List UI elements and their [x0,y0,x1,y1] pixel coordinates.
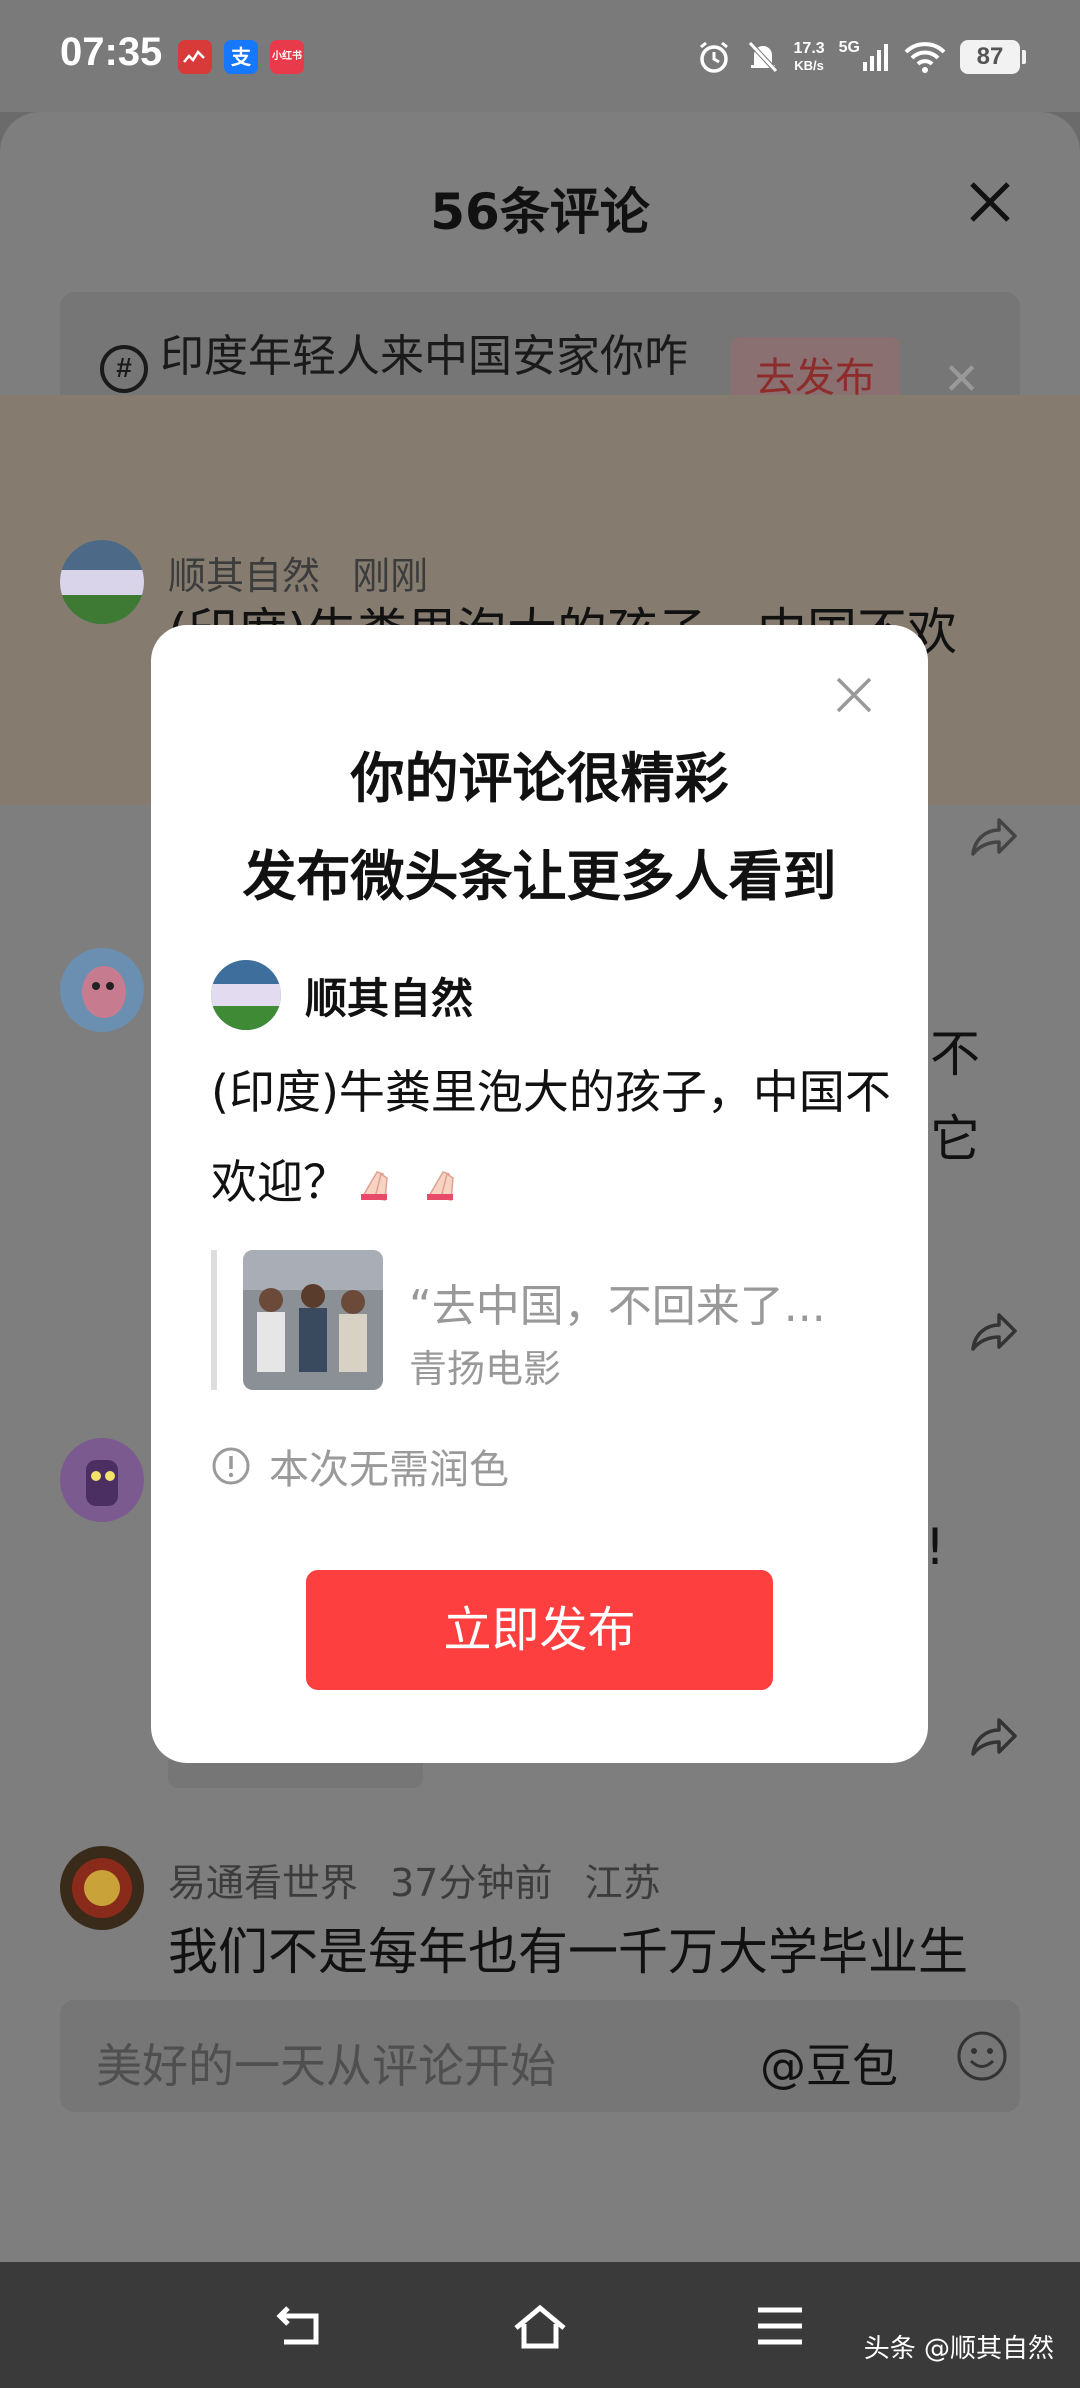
comment-text-fragment: 不 [930,1025,980,1083]
battery-indicator: 87 [960,40,1026,74]
article-source: 青扬电影 [409,1347,562,1391]
quoted-article[interactable]: “去中国，不回来了... 青扬电影 [211,1250,851,1391]
mention-doubao-button[interactable]: @豆包 [760,2030,898,2096]
comment-meta: 易通看世界 37分钟前 江苏 [168,1852,661,1907]
info-icon [212,1447,250,1485]
xiaohongshu-icon: 小红书 [270,40,304,74]
close-icon[interactable] [832,673,876,717]
avatar[interactable] [60,540,144,624]
network-speed: 17.3 KB/s [794,40,825,74]
status-bar: 07:35 支 小红书 17.3 KB/s 5G 87 [0,0,1080,112]
alipay-icon: 支 [224,40,258,74]
comment-input-placeholder: 美好的一天从评论开始 [96,2039,556,2093]
close-icon[interactable] [960,172,1020,232]
system-navigation-bar [0,2262,1080,2388]
status-time: 07:35 [60,30,163,74]
dialog-title-line2: 发布微头条让更多人看到 [242,845,837,908]
dialog-user: 顺其自然 [211,960,473,1030]
share-icon[interactable] [965,1305,1021,1361]
article-title: “去中国，不回来了... [409,1281,826,1332]
comment-count-title: 56条评论 [430,183,650,241]
praying-hands-icon [361,1171,388,1201]
network-type: 5G [838,39,890,72]
publish-dialog: 你的评论很精彩 发布微头条让更多人看到 顺其自然 (印度)牛粪里泡大的孩子，中国… [151,625,928,1763]
hashtag-icon: # [100,345,148,393]
wifi-icon [904,42,946,73]
network-type-label: 5G [838,39,860,56]
comment-location: 江苏 [584,1861,661,1905]
emoji-icon[interactable] [954,2028,1010,2084]
network-speed-value: 17.3 [793,40,825,57]
polish-notice: 本次无需润色 [211,1437,509,1495]
app-notification-icon [178,40,212,74]
avatar [211,960,281,1030]
back-icon[interactable] [270,2302,330,2352]
avatar[interactable] [60,1846,144,1930]
dialog-title-line1: 你的评论很精彩 [350,747,729,810]
comment-input[interactable]: 美好的一天从评论开始 @豆包 [60,2000,1020,2112]
comment-reply-box [168,1760,423,1788]
dialog-username: 顺其自然 [305,973,474,1023]
comment-text-fragment: 它 [930,1110,980,1168]
mute-bell-icon [747,41,778,73]
share-icon[interactable] [965,810,1021,866]
dialog-comment-text: (印度)牛粪里泡大的孩子，中国不欢迎？ [211,1047,891,1227]
praying-hands-icon [427,1171,454,1201]
signal-icon [863,44,888,71]
network-speed-unit: KB/s [794,58,824,73]
home-icon[interactable] [510,2302,570,2352]
dialog-comment-body: (印度)牛粪里泡大的孩子，中国不欢迎？ [211,1065,891,1209]
comment-text-fragment: ! [925,1518,946,1576]
alarm-icon [699,41,728,73]
article-thumbnail [243,1250,383,1390]
watermark: 头条 @顺其自然 [863,2334,1054,2364]
menu-icon[interactable] [750,2302,810,2352]
avatar[interactable] [60,948,144,1032]
comment-username[interactable]: 易通看世界 [168,1861,358,1905]
notice-text: 本次无需润色 [269,1447,509,1493]
avatar[interactable] [60,1438,144,1522]
dialog-title: 你的评论很精彩 发布微头条让更多人看到 [151,730,928,926]
publish-now-button[interactable]: 立即发布 [306,1570,773,1690]
comment-time: 37分钟前 [390,1861,553,1905]
share-icon[interactable] [965,1710,1021,1766]
